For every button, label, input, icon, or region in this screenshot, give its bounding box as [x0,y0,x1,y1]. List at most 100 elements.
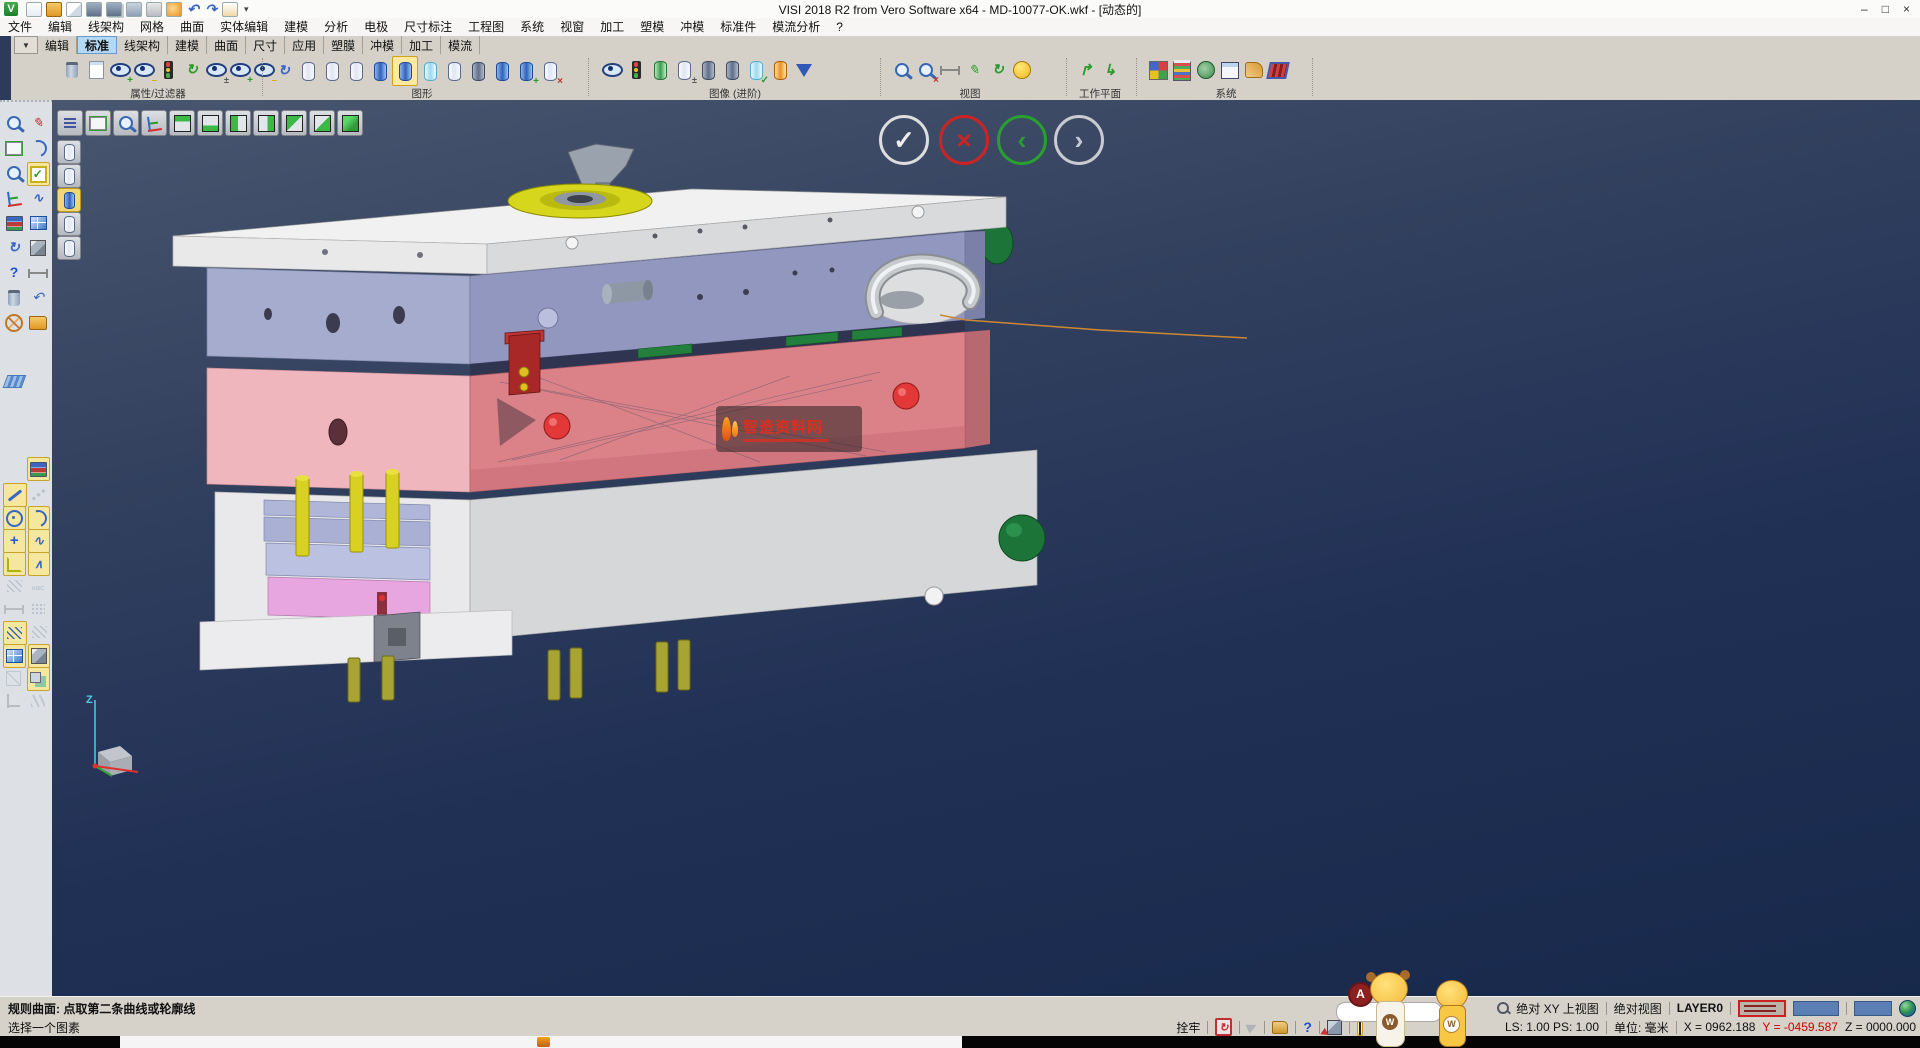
export-cylinder-icon[interactable] [514,57,538,85]
cursor-select-icon[interactable] [1246,1020,1259,1033]
toggle-cylinder-icon[interactable] [672,56,696,84]
menu-item-wireframe[interactable]: 线架构 [80,18,132,36]
render-smiley-icon[interactable] [1010,56,1034,84]
context-help-icon[interactable] [1303,1020,1312,1035]
tab-dropdown-icon[interactable]: ▼ [14,36,38,54]
zoom-dynamic-icon[interactable] [3,112,25,134]
erase-pencil-icon[interactable] [27,112,49,134]
find-preview-icon[interactable] [166,2,182,17]
confirm-checkbox-icon[interactable] [27,162,51,186]
new-window-icon[interactable] [27,212,49,234]
multi-line-icon[interactable] [27,690,49,712]
layer-cylinder-5-icon[interactable] [57,236,81,260]
layer-cylinder-1-icon[interactable] [57,140,81,164]
layer-cylinder-3-icon[interactable] [57,188,81,212]
menu-item-moldflow[interactable]: 模流分析 [764,18,828,36]
ucs-axes-icon[interactable] [3,187,25,209]
search-icon[interactable] [1497,1002,1509,1014]
dimension-icon[interactable] [3,598,25,620]
cancel-button[interactable]: × [939,115,989,165]
tab-moldflow[interactable]: 模流 [441,36,480,54]
view-left-icon[interactable] [281,110,307,136]
help-question-icon[interactable] [3,262,25,284]
clip-cylinder-icon[interactable] [466,57,490,85]
traffic-light-icon[interactable] [624,56,648,84]
text-abc-icon[interactable] [27,575,49,597]
csys-axis-icon[interactable] [141,110,167,136]
view-right-icon[interactable] [309,110,335,136]
tab-dimension[interactable]: 尺寸 [246,36,285,54]
workplane-manual-icon[interactable] [1098,56,1122,84]
construction-line-icon[interactable] [29,483,51,505]
tab-standard[interactable]: 标准 [77,36,117,54]
settings-tools-icon[interactable] [1194,56,1218,84]
copy-pages-icon[interactable] [66,2,82,17]
cylinder-cyan-icon[interactable] [418,57,442,85]
dimension-view-icon[interactable] [938,56,962,84]
hatch-region-icon[interactable] [29,621,51,643]
filter-funnel-icon[interactable] [792,56,816,84]
zoom-solid-icon[interactable] [3,162,25,184]
eye-layers-icon[interactable] [600,56,624,84]
menu-item-mold[interactable]: 塑模 [632,18,672,36]
menu-item-electrode[interactable]: 电极 [356,18,396,36]
publish-icon[interactable] [126,2,142,17]
new-file-icon[interactable] [26,2,42,17]
refresh-view-icon[interactable] [986,56,1010,84]
modify-curve-icon[interactable] [27,137,49,159]
color-swatch-primary[interactable] [1793,1001,1839,1016]
show-add-icon[interactable] [108,56,132,84]
layer-cylinder-2-icon[interactable] [320,57,344,85]
zoom-extents-icon[interactable] [85,110,111,136]
close-button[interactable]: × [1903,2,1910,16]
layer-cylinder-2-icon[interactable] [57,164,81,188]
menu-item-file[interactable]: 文件 [0,18,40,36]
view-bottom-icon[interactable] [197,110,223,136]
tab-modeling[interactable]: 建模 [168,36,207,54]
zoom-window-icon[interactable] [3,137,25,159]
undo-arrow-icon[interactable] [27,287,49,309]
menu-item-machining[interactable]: 加工 [592,18,632,36]
mold-locating-ring[interactable] [508,184,652,218]
solid-blocks-icon[interactable] [27,667,51,691]
view-top-icon[interactable] [169,110,195,136]
menu-item-standard-parts[interactable]: 标准件 [712,18,764,36]
view-window-icon[interactable] [3,644,26,668]
profile-icon[interactable] [3,552,26,576]
menu-item-surface[interactable]: 曲面 [172,18,212,36]
previous-button[interactable]: ‹ [997,115,1047,165]
line-icon[interactable] [3,483,27,507]
undo-icon[interactable] [186,3,200,16]
view-iso-icon[interactable] [337,110,363,136]
menu-item-system[interactable]: 系统 [512,18,552,36]
modify-attributes-icon[interactable] [60,56,84,84]
tab-application[interactable]: 应用 [285,36,324,54]
grid-mesh-icon[interactable] [1266,56,1290,84]
menu-item-analysis[interactable]: 分析 [316,18,356,36]
tab-surface[interactable]: 曲面 [207,36,246,54]
mold-red-bracket[interactable] [505,330,544,395]
save-file-icon[interactable] [86,2,102,17]
attributes-info-icon[interactable] [84,56,108,84]
cylinder-white-icon[interactable] [442,57,466,85]
menu-item-solid-edit[interactable]: 实体编辑 [212,18,276,36]
toggle-visibility-icon[interactable] [204,56,228,84]
cylinder-dark-icon[interactable] [696,56,720,84]
tab-mold[interactable]: 塑膜 [324,36,363,54]
workplane-auto-icon[interactable] [1074,56,1098,84]
redo-icon[interactable] [204,3,218,16]
axes-system-icon[interactable] [3,690,25,712]
maximize-button[interactable]: □ [1882,2,1889,16]
hand-card-icon[interactable] [1272,1021,1288,1034]
menu-item-edit[interactable]: 编辑 [40,18,80,36]
zoom-close-icon[interactable] [914,56,938,84]
globe-icon[interactable] [1899,1000,1916,1017]
current-layer-cylinder-icon[interactable] [392,56,418,86]
zoom-view-icon[interactable] [890,56,914,84]
tab-die[interactable]: 冲模 [363,36,402,54]
layer-cylinder-3-icon[interactable] [344,57,368,85]
selection-points-icon[interactable] [1242,56,1266,84]
point-icon[interactable] [3,529,26,553]
clip-cylinder-blue-icon[interactable] [490,57,514,85]
refresh-cylinder-green-icon[interactable] [648,56,672,84]
